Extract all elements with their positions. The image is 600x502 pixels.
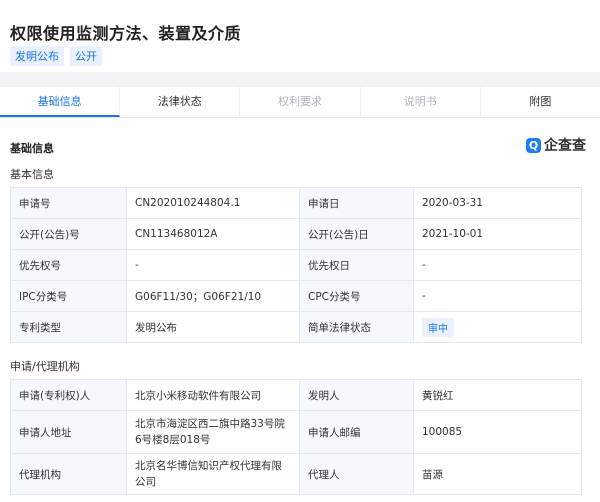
applicant-link[interactable]: 北京小米移动软件有限公司: [126, 379, 300, 411]
page-title: 权限使用监测方法、装置及介质: [10, 24, 242, 43]
field-label: CPC分类号: [299, 280, 414, 312]
table-row: 申请(专利权)人 北京小米移动软件有限公司 发明人 黄锐红: [10, 379, 582, 411]
field-value: -: [413, 249, 582, 281]
field-label: 代理机构: [10, 453, 127, 495]
badge-row: 发明公布 公开: [10, 46, 102, 66]
field-label: 申请人地址: [10, 410, 127, 454]
qichacha-logo-icon: Q: [526, 137, 541, 153]
field-label: 专利类型: [10, 311, 127, 343]
table-row: 申请号 CN202010244804.1 申请日 2020-03-31: [10, 187, 582, 219]
tab-basic-info[interactable]: 基础信息: [0, 87, 121, 117]
field-value: CN202010244804.1: [126, 187, 300, 219]
field-label: 优先权号: [10, 249, 127, 281]
field-value: 苗源: [413, 453, 582, 495]
field-label: 优先权日: [299, 249, 414, 281]
detail-panel: 基础信息 法律状态 权利要求 说明书 附图 基础信息 Q 企查查 基本信息 申请…: [0, 87, 600, 502]
field-label: 申请日: [299, 187, 414, 219]
tab-description: 说明书: [361, 87, 481, 117]
field-value: 北京市海淀区西二旗中路33号院6号楼8层018号: [126, 410, 300, 454]
field-value: 100085: [413, 410, 582, 454]
table-row: 申请人地址 北京市海淀区西二旗中路33号院6号楼8层018号 申请人邮编 100…: [10, 410, 582, 454]
field-value: 2020-03-31: [413, 187, 582, 219]
field-label: 代理人: [299, 453, 414, 495]
legal-status-badge: 审中: [422, 317, 454, 337]
field-label: 公开(公告)日: [299, 218, 414, 250]
field-label: 申请(专利权)人: [10, 379, 127, 411]
field-value: -: [413, 280, 582, 312]
tab-bar: 基础信息 法律状态 权利要求 说明书 附图: [0, 87, 600, 118]
field-value: -: [126, 249, 300, 281]
table-row: 公开(公告)号 CN113468012A 公开(公告)日 2021-10-01: [10, 218, 582, 250]
applicant-table: 申请(专利权)人 北京小米移动软件有限公司 发明人 黄锐红 申请人地址 北京市海…: [10, 379, 582, 495]
field-label: IPC分类号: [10, 280, 127, 312]
qichacha-logo-text: 企查查: [544, 138, 586, 154]
table-row: 专利类型 发明公布 简单法律状态 审中: [10, 311, 582, 343]
basic-info-table: 申请号 CN202010244804.1 申请日 2020-03-31 公开(公…: [10, 187, 582, 343]
field-value: G06F11/30；G06F21/10: [126, 280, 300, 312]
field-label: 申请人邮编: [299, 410, 414, 454]
field-value: 黄锐红: [413, 379, 582, 411]
table-row: 优先权号 - 优先权日 -: [10, 249, 582, 281]
table-row: 代理机构 北京名华博信知识产权代理有限公司 代理人 苗源: [10, 453, 582, 495]
tab-figures[interactable]: 附图: [481, 87, 600, 117]
basic-info-title: 基本信息: [10, 168, 54, 181]
table-row: IPC分类号 G06F11/30；G06F21/10 CPC分类号 -: [10, 280, 582, 312]
field-value: CN113468012A: [126, 218, 300, 250]
qichacha-logo: Q 企查查: [526, 135, 586, 155]
badge-status: 公开: [70, 46, 102, 66]
page-header: 权限使用监测方法、装置及介质 发明公布 公开: [0, 0, 600, 72]
field-label: 发明人: [299, 379, 414, 411]
field-value: 2021-10-01: [413, 218, 582, 250]
field-label: 公开(公告)号: [10, 218, 127, 250]
tab-claims: 权利要求: [240, 87, 361, 117]
field-label: 简单法律状态: [299, 311, 414, 343]
tab-legal-status[interactable]: 法律状态: [120, 87, 241, 117]
field-value: 发明公布: [126, 311, 300, 343]
agency-link[interactable]: 北京名华博信知识产权代理有限公司: [126, 453, 300, 495]
badge-type: 发明公布: [10, 46, 64, 66]
field-label: 申请号: [10, 187, 127, 219]
section-title: 基础信息: [10, 142, 54, 155]
applicant-title: 申请/代理机构: [10, 360, 80, 373]
